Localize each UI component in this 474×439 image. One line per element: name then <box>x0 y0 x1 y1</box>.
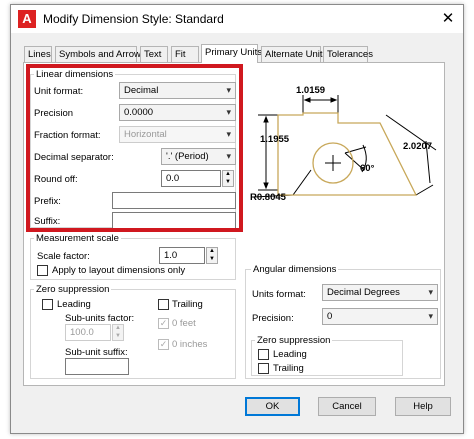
apply-layout-checkbox[interactable] <box>37 265 48 276</box>
tab-tolerances[interactable]: Tolerances <box>323 46 373 62</box>
angular-units-format-select[interactable]: Decimal Degrees ▾ <box>322 284 438 301</box>
highlight-annotation-box <box>26 64 243 232</box>
scale-factor-input[interactable]: 1.0 <box>159 247 205 264</box>
angular-zero-suppression-title: Zero suppression <box>255 335 333 346</box>
tab-alternate-units[interactable]: Alternate Units <box>261 46 327 62</box>
angular-units-format-value: Decimal Degrees <box>327 287 400 298</box>
zero-inches-checkbox[interactable]: ✓ <box>158 339 169 350</box>
subunit-suffix-label: Sub-unit suffix: <box>65 347 128 358</box>
angular-precision-value: 0 <box>327 311 333 322</box>
ok-button[interactable]: OK <box>245 397 300 416</box>
subunits-factor-label: Sub-units factor: <box>65 313 135 324</box>
angular-trailing-checkbox[interactable] <box>258 363 269 374</box>
zero-suppression-title: Zero suppression <box>34 284 112 295</box>
part-outline <box>277 112 418 196</box>
title-bar: A Modify Dimension Style: Standard ✕ <box>11 5 463 33</box>
scale-factor-spinner[interactable]: ▲ ▼ <box>206 247 218 264</box>
window-title: Modify Dimension Style: Standard <box>43 12 224 26</box>
angular-dimensions-title: Angular dimensions <box>251 264 339 275</box>
cancel-button[interactable]: Cancel <box>318 397 376 416</box>
apply-layout-label: Apply to layout dimensions only <box>52 265 186 276</box>
chevron-down-icon: ▾ <box>428 311 433 321</box>
leading-label: Leading <box>57 299 91 310</box>
dim-top: 1.0159 <box>296 85 326 96</box>
trailing-checkbox[interactable] <box>158 299 169 310</box>
angular-trailing-label: Trailing <box>273 363 304 374</box>
trailing-label: Trailing <box>172 299 203 310</box>
tab-lines[interactable]: Lines <box>24 46 52 62</box>
close-icon[interactable]: ✕ <box>437 9 459 29</box>
subunit-suffix-input[interactable] <box>65 358 129 375</box>
zero-feet-label: 0 feet <box>172 318 196 329</box>
zero-feet-checkbox[interactable]: ✓ <box>158 318 169 329</box>
tab-fit[interactable]: Fit <box>171 46 199 62</box>
dimension-preview-drawing <box>252 95 437 198</box>
preview-area: 1.0159 1.1955 2.0207 60° R0.8045 <box>248 75 438 245</box>
angular-precision-select[interactable]: 0 ▾ <box>322 308 438 325</box>
angular-leading-label: Leading <box>273 349 307 360</box>
help-button[interactable]: Help <box>395 397 451 416</box>
zero-inches-label: 0 inches <box>172 339 208 350</box>
chevron-down-icon: ▾ <box>428 287 433 297</box>
units-format-label: Units format: <box>252 289 306 300</box>
dim-left: 1.1955 <box>260 134 290 145</box>
dim-radius: R0.8045 <box>250 192 286 203</box>
leading-checkbox[interactable] <box>42 299 53 310</box>
scale-factor-label: Scale factor: <box>37 251 90 262</box>
measurement-scale-title: Measurement scale <box>34 233 121 244</box>
angular-precision-label: Precision: <box>252 313 294 324</box>
tab-text[interactable]: Text <box>140 46 168 62</box>
tab-primary-units[interactable]: Primary Units <box>201 44 262 63</box>
autocad-app-icon: A <box>18 10 36 28</box>
subunits-factor-spinner[interactable]: ▲ ▼ <box>112 324 124 341</box>
dim-right: 2.0207 <box>403 141 433 152</box>
tab-symbols-and-arrows[interactable]: Symbols and Arrows <box>55 46 146 62</box>
subunits-factor-input[interactable]: 100.0 <box>65 324 111 341</box>
angular-leading-checkbox[interactable] <box>258 349 269 360</box>
dim-angle: 60° <box>360 163 375 174</box>
